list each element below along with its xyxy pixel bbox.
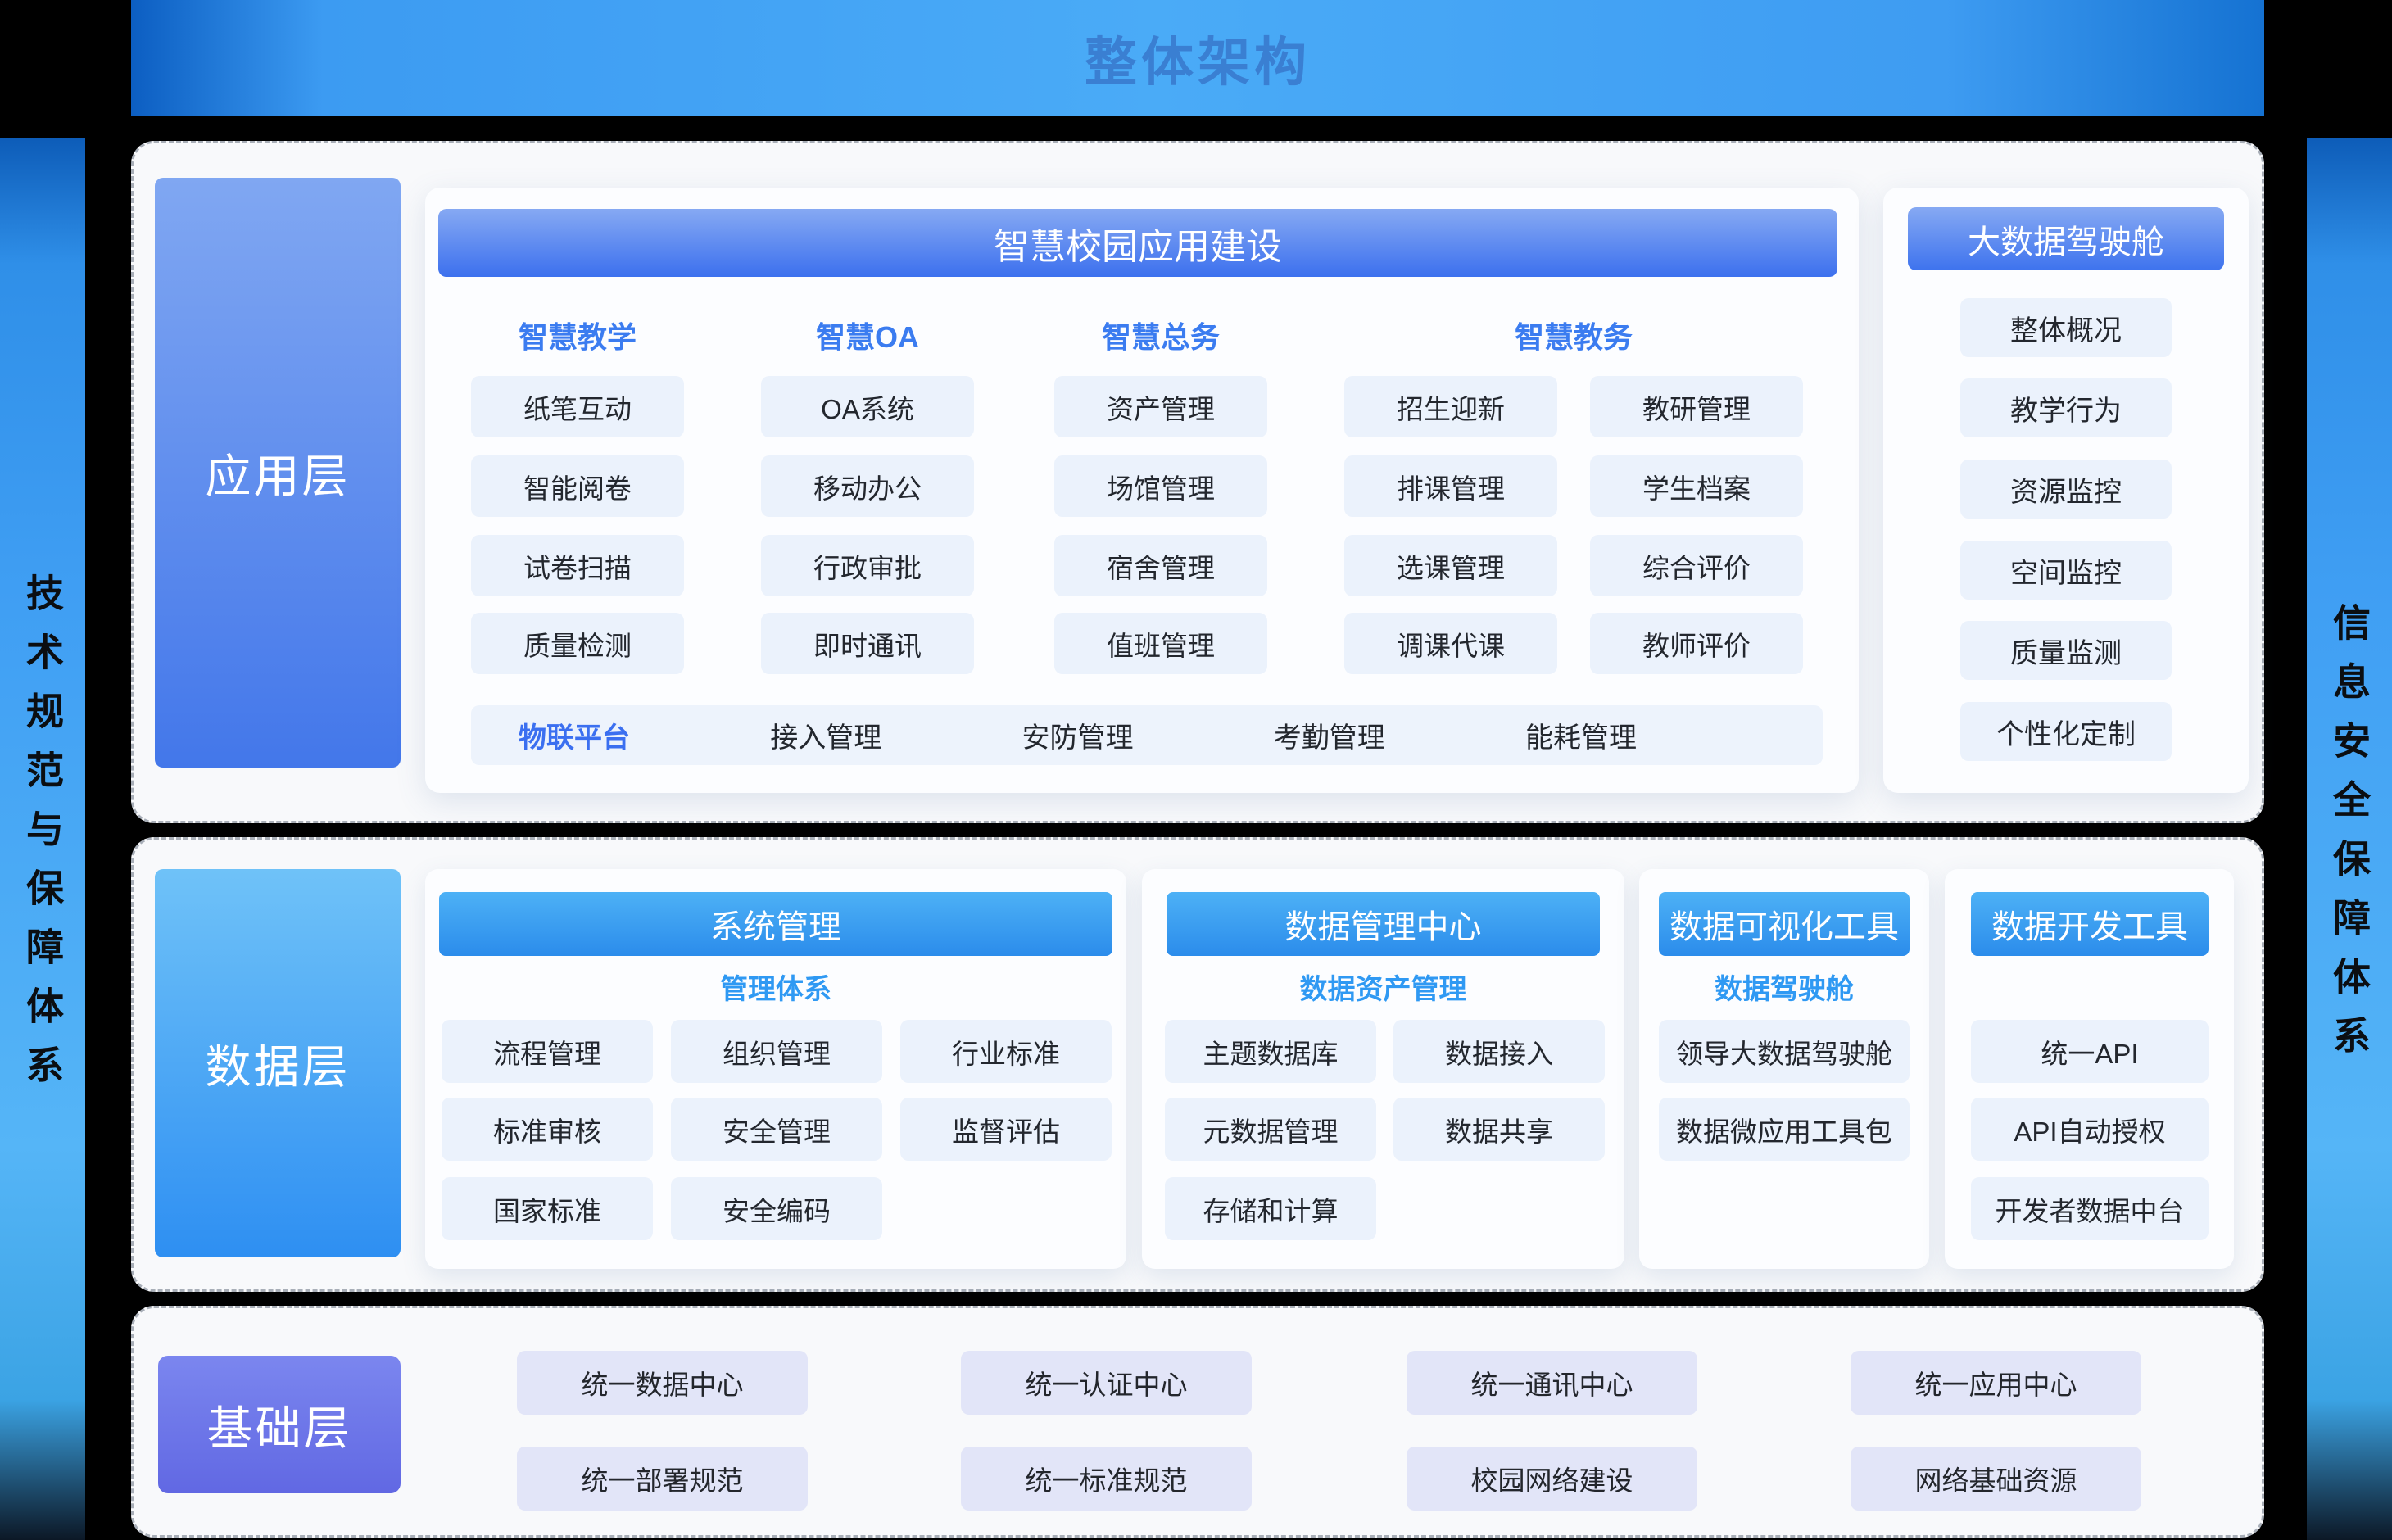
panel-header: 数据开发工具 <box>1971 892 2209 956</box>
page-title: 整体架构 <box>1085 20 1311 96</box>
app-item: 综合评价 <box>1590 535 1803 596</box>
app-item: 教研管理 <box>1590 376 1803 437</box>
data-item: 流程管理 <box>442 1020 653 1083</box>
app-item: 选课管理 <box>1344 535 1557 596</box>
app-item: 调课代课 <box>1344 613 1557 674</box>
foundation-layer-section: 基础层 统一数据中心 统一认证中心 统一通讯中心 统一应用中心 统一部署规范 统… <box>131 1306 2264 1538</box>
foundation-item: 统一数据中心 <box>517 1351 808 1415</box>
column-header-academic: 智慧教务 <box>1467 317 1680 353</box>
app-item: 即时通讯 <box>761 613 974 674</box>
iot-item: 接入管理 <box>770 715 881 755</box>
data-item: 元数据管理 <box>1165 1098 1376 1161</box>
panel-subtitle: 数据资产管理 <box>1142 967 1624 1005</box>
iot-item: 能耗管理 <box>1525 715 1637 755</box>
iot-row: 物联平台 接入管理 安防管理 考勤管理 能耗管理 <box>471 705 1823 765</box>
iot-item: 考勤管理 <box>1274 715 1385 755</box>
foundation-item: 校园网络建设 <box>1407 1447 1697 1511</box>
app-item: 排课管理 <box>1344 455 1557 517</box>
app-item: 招生迎新 <box>1344 376 1557 437</box>
foundation-item: 统一应用中心 <box>1851 1351 2141 1415</box>
campus-app-card: 智慧校园应用建设 智慧教学 智慧OA 智慧总务 智慧教务 纸笔互动 智能阅卷 试… <box>425 188 1859 793</box>
cockpit-item: 整体概况 <box>1960 298 2172 357</box>
right-rail-text: 信息安全保障体系 <box>2322 603 2376 1075</box>
cockpit-item: 空间监控 <box>1960 541 2172 600</box>
data-item: 行业标准 <box>900 1020 1112 1083</box>
data-item: 组织管理 <box>671 1020 882 1083</box>
app-item: 试卷扫描 <box>471 535 684 596</box>
column-header-teaching: 智慧教学 <box>471 317 684 353</box>
app-item: 教师评价 <box>1590 613 1803 674</box>
data-item: 安全管理 <box>671 1098 882 1161</box>
data-visualization-panel: 数据可视化工具 数据驾驶舱 领导大数据驾驶舱 数据微应用工具包 <box>1639 869 1929 1269</box>
data-layer-section: 数据层 系统管理 管理体系 流程管理 组织管理 行业标准 标准审核 安全管理 监… <box>131 837 2264 1292</box>
cockpit-item: 教学行为 <box>1960 378 2172 437</box>
app-layer-section: 应用层 智慧校园应用建设 智慧教学 智慧OA 智慧总务 智慧教务 纸笔互动 智能… <box>131 141 2264 823</box>
app-item: 值班管理 <box>1054 613 1267 674</box>
app-item: 移动办公 <box>761 455 974 517</box>
data-item: 统一API <box>1971 1020 2209 1083</box>
iot-platform-label: 物联平台 <box>519 715 630 755</box>
app-item: 学生档案 <box>1590 455 1803 517</box>
foundation-item: 统一通讯中心 <box>1407 1351 1697 1415</box>
data-item: 领导大数据驾驶舱 <box>1659 1020 1910 1083</box>
data-item: 数据共享 <box>1393 1098 1605 1161</box>
cockpit-card: 大数据驾驶舱 整体概况 教学行为 资源监控 空间监控 质量监测 个性化定制 <box>1883 188 2249 793</box>
data-item: 监督评估 <box>900 1098 1112 1161</box>
data-item: 数据接入 <box>1393 1020 1605 1083</box>
data-item: 国家标准 <box>442 1177 653 1240</box>
foundation-item: 统一标准规范 <box>961 1447 1252 1511</box>
panel-subtitle: 管理体系 <box>425 967 1126 1005</box>
data-item: 安全编码 <box>671 1177 882 1240</box>
cockpit-item: 资源监控 <box>1960 460 2172 519</box>
app-item: 资产管理 <box>1054 376 1267 437</box>
campus-app-header: 智慧校园应用建设 <box>438 209 1837 277</box>
data-item: 数据微应用工具包 <box>1659 1098 1910 1161</box>
cockpit-header: 大数据驾驶舱 <box>1908 207 2224 270</box>
data-item: 标准审核 <box>442 1098 653 1161</box>
panel-header: 系统管理 <box>439 892 1112 956</box>
left-rail: 技术规范与保障体系 <box>0 138 85 1540</box>
app-item: 场馆管理 <box>1054 455 1267 517</box>
app-item: OA系统 <box>761 376 974 437</box>
panel-header: 数据可视化工具 <box>1659 892 1910 956</box>
panel-subtitle: 数据驾驶舱 <box>1639 967 1929 1005</box>
data-item: 开发者数据中台 <box>1971 1177 2209 1240</box>
app-layer-label: 应用层 <box>155 178 401 768</box>
app-item: 行政审批 <box>761 535 974 596</box>
column-header-oa: 智慧OA <box>761 317 974 353</box>
cockpit-item: 质量监测 <box>1960 621 2172 680</box>
data-management-panel: 数据管理中心 数据资产管理 主题数据库 数据接入 元数据管理 数据共享 存储和计… <box>1142 869 1624 1269</box>
app-item: 质量检测 <box>471 613 684 674</box>
top-banner: 整体架构 <box>131 0 2264 116</box>
system-management-panel: 系统管理 管理体系 流程管理 组织管理 行业标准 标准审核 安全管理 监督评估 … <box>425 869 1126 1269</box>
data-layer-label: 数据层 <box>155 869 401 1257</box>
app-item: 宿舍管理 <box>1054 535 1267 596</box>
app-item: 纸笔互动 <box>471 376 684 437</box>
panel-header: 数据管理中心 <box>1167 892 1600 956</box>
foundation-item: 统一认证中心 <box>961 1351 1252 1415</box>
cockpit-item: 个性化定制 <box>1960 702 2172 761</box>
app-item: 智能阅卷 <box>471 455 684 517</box>
left-rail-text: 技术规范与保障体系 <box>16 573 70 1104</box>
foundation-item: 统一部署规范 <box>517 1447 808 1511</box>
right-rail: 信息安全保障体系 <box>2307 138 2392 1540</box>
data-development-panel: 数据开发工具 统一API API自动授权 开发者数据中台 <box>1945 869 2234 1269</box>
data-item: 主题数据库 <box>1165 1020 1376 1083</box>
data-item: API自动授权 <box>1971 1098 2209 1161</box>
foundation-layer-label: 基础层 <box>158 1356 401 1493</box>
foundation-item: 网络基础资源 <box>1851 1447 2141 1511</box>
data-item: 存储和计算 <box>1165 1177 1376 1240</box>
column-header-general: 智慧总务 <box>1054 317 1267 353</box>
iot-item: 安防管理 <box>1022 715 1134 755</box>
